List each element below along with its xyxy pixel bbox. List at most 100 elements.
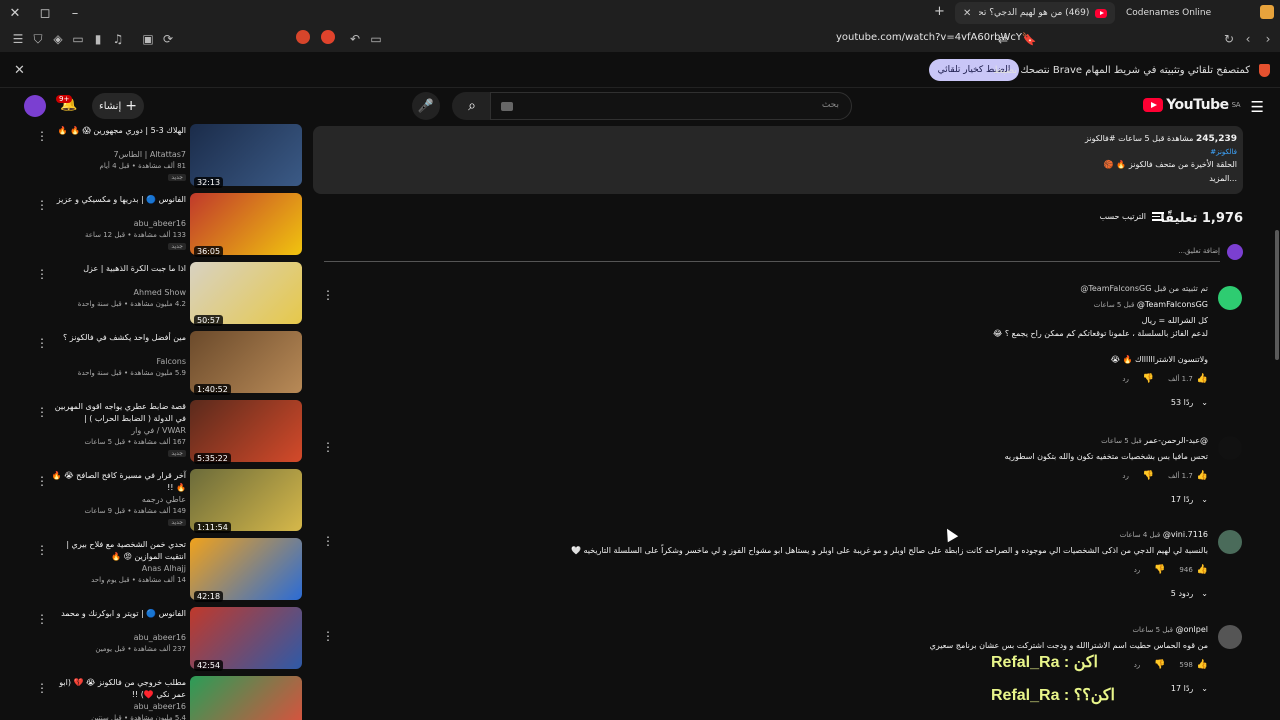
reply-button[interactable]: رد (1134, 566, 1141, 574)
channel-name[interactable]: abu_abeer16 (134, 702, 186, 711)
video-title[interactable]: الفانوس 🔵 | بدريها و مكسيكي و عزيز (50, 194, 186, 206)
menu-icon[interactable]: ☰ (8, 29, 28, 49)
youtube-logo[interactable]: YouTube SA (1143, 97, 1241, 113)
video-title[interactable]: الفانوس 🔵 | تويتر و ابوكرنك و محمد (50, 608, 186, 620)
tablet-icon[interactable]: ▭ (366, 29, 386, 49)
commenter-handle[interactable]: vini.7116@ قبل 4 ساعات (1120, 530, 1208, 539)
channel-name[interactable]: Ahmed Show (134, 288, 186, 297)
dislike-button[interactable]: 👎 (1143, 471, 1154, 481)
reply-button[interactable]: رد (1122, 375, 1129, 383)
music-icon[interactable]: ♫ (108, 29, 128, 49)
video-title[interactable]: الهلاك 3-5 | دوري مجهورين 😱 🔥 🔥 (50, 125, 186, 137)
more-actions-icon[interactable]: ⋮ (36, 681, 48, 695)
sidebar-icon[interactable]: ▮ (88, 29, 108, 49)
like-button[interactable]: 👍 946 (1179, 565, 1208, 575)
more-actions-icon[interactable]: ⋮ (36, 405, 48, 419)
share-icon[interactable]: ⇄ (993, 29, 1013, 49)
channel-name[interactable]: abu_abeer16 (134, 219, 186, 228)
reload-icon[interactable]: ↻ (1219, 29, 1239, 49)
sync-icon[interactable]: ⟳ (158, 29, 178, 49)
commenter-handle[interactable]: onlpel@ قبل 5 ساعات (1132, 625, 1208, 634)
close-tab-icon[interactable]: ✕ (963, 8, 971, 19)
video-title[interactable]: قصة ضابط عطري يواجه اقوى المهربين في الد… (50, 401, 186, 425)
more-actions-icon[interactable]: ⋮ (36, 612, 48, 626)
related-video-item[interactable]: ⋮ مطلب خروجي من فالكونز 😭 💔 (ابو عمر نكي… (0, 676, 310, 720)
dislike-button[interactable]: 👎 (1154, 660, 1165, 670)
description-hashtag[interactable]: #فالكونز (1210, 148, 1237, 156)
comment-more-icon[interactable]: ⋮ (322, 534, 334, 548)
forward-icon[interactable]: › (1258, 29, 1278, 49)
related-video-item[interactable]: ⋮ الهلاك 3-5 | دوري مجهورين 😱 🔥 🔥 Altatt… (0, 124, 310, 190)
video-title[interactable]: مين أفضل واحد يكشف في فالكونز ؟ (50, 332, 186, 344)
channel-name[interactable]: Falcons (156, 357, 186, 366)
more-actions-icon[interactable]: ⋮ (36, 543, 48, 557)
show-more-link[interactable]: ...المزيد (1209, 174, 1237, 183)
related-video-item[interactable]: ⋮ آخر قرار في مسيرة كافح الصافح 😭 🔥 🔥 !!… (0, 469, 310, 535)
screenshot-icon[interactable]: ▣ (138, 29, 158, 49)
like-button[interactable]: 👍 1.7 ألف (1168, 374, 1208, 384)
video-title[interactable]: مطلب خروجي من فالكونز 😭 💔 (ابو عمر نكي ♥… (50, 677, 186, 701)
more-actions-icon[interactable]: ⋮ (36, 267, 48, 281)
handle-text[interactable]: onlpel@ (1176, 625, 1208, 634)
commenter-handle[interactable]: @عبد-الرحمن-عمر قبل 5 ساعات (1101, 436, 1208, 445)
view-replies-button[interactable]: 5 ردود ⌄ (1171, 589, 1208, 598)
handle-text[interactable]: TeamFalconsGG@ (1137, 300, 1208, 309)
search-button[interactable]: ⌕ (452, 92, 492, 120)
video-description[interactable]: 245,239 مشاهدة قبل 5 ساعات #فالكونز #فال… (313, 126, 1243, 194)
sort-comments-button[interactable]: الترتيب حسب (1100, 212, 1164, 221)
more-actions-icon[interactable]: ⋮ (36, 198, 48, 212)
handle-text[interactable]: @عبد-الرحمن-عمر (1144, 436, 1208, 445)
shield-icon[interactable]: ⛉ (28, 29, 48, 49)
minimize-window-icon[interactable]: – (60, 6, 90, 21)
extension-badge-icon[interactable] (321, 30, 335, 44)
comment-time[interactable]: قبل 5 ساعات (1101, 437, 1142, 445)
maximize-window-icon[interactable]: ◻ (30, 6, 60, 21)
keyboard-icon[interactable] (501, 102, 513, 111)
bookmark-icon[interactable]: 🔖 (1019, 29, 1039, 49)
more-actions-icon[interactable]: ⋮ (36, 474, 48, 488)
related-video-item[interactable]: ⋮ الفانوس 🔵 | تويتر و ابوكرنك و محمد abu… (0, 607, 310, 673)
back-icon[interactable]: ‹ (1238, 29, 1258, 49)
comment-time[interactable]: قبل 5 ساعات (1094, 301, 1135, 309)
panel-icon[interactable]: ▭ (68, 29, 88, 49)
comment-more-icon[interactable]: ⋮ (322, 440, 334, 454)
related-video-item[interactable]: ⋮ تحدي خمن الشخصية مع فلاح بيري | انتقيت… (0, 538, 310, 604)
wallet-icon[interactable]: ◈ (48, 29, 68, 49)
comment-time[interactable]: قبل 4 ساعات (1120, 531, 1161, 539)
account-avatar[interactable] (24, 95, 46, 117)
video-thumbnail[interactable] (190, 676, 302, 720)
comment-time[interactable]: قبل 5 ساعات (1132, 626, 1173, 634)
more-actions-icon[interactable]: ⋮ (36, 336, 48, 350)
add-comment-input[interactable]: إضافة تعليق... (1178, 247, 1220, 255)
new-tab-icon[interactable]: + (934, 4, 945, 19)
tab-active[interactable]: ✕ (469) من هو لهيم الدجي؟ تحدي الذ (955, 2, 1115, 24)
guide-menu-icon[interactable]: ☰ (1251, 98, 1264, 116)
create-button[interactable]: إنشاء + (92, 93, 144, 119)
comment-more-icon[interactable]: ⋮ (322, 288, 334, 302)
more-actions-icon[interactable]: ⋮ (36, 129, 48, 143)
commenter-avatar[interactable] (1218, 530, 1242, 554)
commenter-handle[interactable]: TeamFalconsGG@ قبل 5 ساعات (1094, 300, 1208, 309)
channel-name[interactable]: abu_abeer16 (134, 633, 186, 642)
channel-name[interactable]: Anas Alhajj (142, 564, 186, 573)
close-infobar-icon[interactable]: ✕ (14, 63, 25, 78)
page-scrollbar[interactable] (1275, 230, 1279, 360)
search-input[interactable]: بحث (490, 92, 852, 120)
video-title[interactable]: تحدي خمن الشخصية مع فلاح بيري | انتقيت ا… (50, 539, 186, 563)
view-replies-button[interactable]: 17 ردًا ⌄ (1171, 495, 1208, 504)
reply-button[interactable]: رد (1122, 472, 1129, 480)
dislike-button[interactable]: 👎 (1143, 374, 1154, 384)
related-video-item[interactable]: ⋮ اذا ما جبت الكرة الذهبية | عزل Ahmed S… (0, 262, 310, 328)
related-video-item[interactable]: ⋮ مين أفضل واحد يكشف في فالكونز ؟ Falcon… (0, 331, 310, 397)
extension-icon[interactable] (296, 30, 310, 44)
channel-name[interactable]: Altattas7 | الطاس7 (114, 150, 186, 159)
close-window-icon[interactable]: ✕ (0, 6, 30, 21)
reply-button[interactable]: رد (1134, 661, 1141, 669)
like-button[interactable]: 👍 1.7 ألف (1168, 471, 1208, 481)
video-title[interactable]: اذا ما جبت الكرة الذهبية | عزل (50, 263, 186, 275)
handle-text[interactable]: vini.7116@ (1163, 530, 1208, 539)
undo-icon[interactable]: ↶ (345, 29, 365, 49)
view-replies-button[interactable]: 53 ردًا ⌄ (1171, 398, 1208, 407)
commenter-avatar[interactable] (1218, 625, 1242, 649)
voice-search-icon[interactable]: 🎤 (412, 92, 440, 120)
